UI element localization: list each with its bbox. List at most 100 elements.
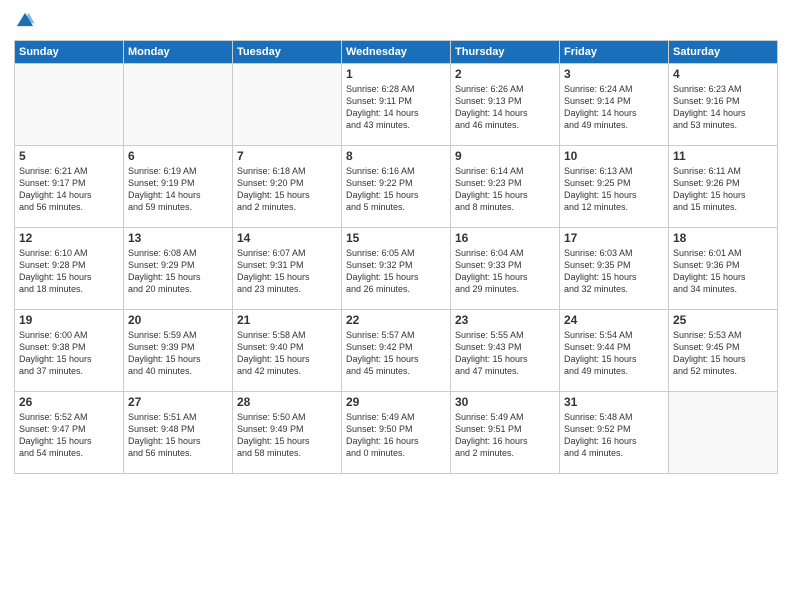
- day-number: 27: [128, 395, 228, 409]
- calendar-week-row: 19 Sunrise: 6:00 AM Sunset: 9:38 PM Dayli…: [15, 310, 778, 392]
- day-number: 16: [455, 231, 555, 245]
- calendar-cell: 28 Sunrise: 5:50 AM Sunset: 9:49 PM Dayli…: [233, 392, 342, 474]
- day-number: 3: [564, 67, 664, 81]
- calendar-cell: 5Sunrise: 6:21 AM Sunset: 9:17 PM Daylig…: [15, 146, 124, 228]
- day-info: Sunrise: 6:00 AM Sunset: 9:38 PM Dayligh…: [19, 329, 119, 378]
- day-info: Sunrise: 6:24 AM Sunset: 9:14 PM Dayligh…: [564, 83, 664, 132]
- day-info: Sunrise: 5:48 AM Sunset: 9:52 PM Dayligh…: [564, 411, 664, 460]
- day-number: 19: [19, 313, 119, 327]
- calendar-cell: 19 Sunrise: 6:00 AM Sunset: 9:38 PM Dayli…: [15, 310, 124, 392]
- calendar-cell: 4 Sunrise: 6:23 AM Sunset: 9:16 PM Daylig…: [669, 64, 778, 146]
- page: SundayMondayTuesdayWednesdayThursdayFrid…: [0, 0, 792, 612]
- day-number: 10: [564, 149, 664, 163]
- day-number: 28: [237, 395, 337, 409]
- calendar-week-row: 5Sunrise: 6:21 AM Sunset: 9:17 PM Daylig…: [15, 146, 778, 228]
- day-number: 21: [237, 313, 337, 327]
- calendar-cell: 26 Sunrise: 5:52 AM Sunset: 9:47 PM Dayli…: [15, 392, 124, 474]
- day-number: 7: [237, 149, 337, 163]
- calendar-cell: 22 Sunrise: 5:57 AM Sunset: 9:42 PM Dayli…: [342, 310, 451, 392]
- day-info: Sunrise: 5:50 AM Sunset: 9:49 PM Dayligh…: [237, 411, 337, 460]
- column-header-tuesday: Tuesday: [233, 41, 342, 64]
- calendar-cell: [233, 64, 342, 146]
- day-number: 22: [346, 313, 446, 327]
- day-number: 20: [128, 313, 228, 327]
- day-info: Sunrise: 6:03 AM Sunset: 9:35 PM Dayligh…: [564, 247, 664, 296]
- day-info: Sunrise: 6:04 AM Sunset: 9:33 PM Dayligh…: [455, 247, 555, 296]
- day-info: Sunrise: 5:53 AM Sunset: 9:45 PM Dayligh…: [673, 329, 773, 378]
- day-number: 5: [19, 149, 119, 163]
- calendar-cell: 20 Sunrise: 5:59 AM Sunset: 9:39 PM Dayli…: [124, 310, 233, 392]
- day-number: 13: [128, 231, 228, 245]
- logo-icon: [14, 10, 36, 32]
- day-number: 8: [346, 149, 446, 163]
- day-info: Sunrise: 6:01 AM Sunset: 9:36 PM Dayligh…: [673, 247, 773, 296]
- column-header-sunday: Sunday: [15, 41, 124, 64]
- day-number: 31: [564, 395, 664, 409]
- calendar-week-row: 1Sunrise: 6:28 AM Sunset: 9:11 PM Daylig…: [15, 64, 778, 146]
- day-number: 6: [128, 149, 228, 163]
- day-info: Sunrise: 6:23 AM Sunset: 9:16 PM Dayligh…: [673, 83, 773, 132]
- day-number: 17: [564, 231, 664, 245]
- day-info: Sunrise: 6:18 AM Sunset: 9:20 PM Dayligh…: [237, 165, 337, 214]
- day-info: Sunrise: 6:07 AM Sunset: 9:31 PM Dayligh…: [237, 247, 337, 296]
- calendar-cell: 7 Sunrise: 6:18 AM Sunset: 9:20 PM Daylig…: [233, 146, 342, 228]
- calendar-cell: 1Sunrise: 6:28 AM Sunset: 9:11 PM Daylig…: [342, 64, 451, 146]
- day-number: 24: [564, 313, 664, 327]
- day-info: Sunrise: 5:55 AM Sunset: 9:43 PM Dayligh…: [455, 329, 555, 378]
- calendar-cell: 11 Sunrise: 6:11 AM Sunset: 9:26 PM Dayli…: [669, 146, 778, 228]
- day-info: Sunrise: 5:54 AM Sunset: 9:44 PM Dayligh…: [564, 329, 664, 378]
- calendar-cell: 12Sunrise: 6:10 AM Sunset: 9:28 PM Dayli…: [15, 228, 124, 310]
- day-info: Sunrise: 5:59 AM Sunset: 9:39 PM Dayligh…: [128, 329, 228, 378]
- day-info: Sunrise: 6:19 AM Sunset: 9:19 PM Dayligh…: [128, 165, 228, 214]
- day-info: Sunrise: 6:05 AM Sunset: 9:32 PM Dayligh…: [346, 247, 446, 296]
- day-number: 4: [673, 67, 773, 81]
- day-number: 2: [455, 67, 555, 81]
- calendar-week-row: 26 Sunrise: 5:52 AM Sunset: 9:47 PM Dayli…: [15, 392, 778, 474]
- calendar-cell: 24 Sunrise: 5:54 AM Sunset: 9:44 PM Dayli…: [560, 310, 669, 392]
- day-number: 18: [673, 231, 773, 245]
- calendar-cell: 23 Sunrise: 5:55 AM Sunset: 9:43 PM Dayli…: [451, 310, 560, 392]
- calendar-week-row: 12Sunrise: 6:10 AM Sunset: 9:28 PM Dayli…: [15, 228, 778, 310]
- calendar-header-row: SundayMondayTuesdayWednesdayThursdayFrid…: [15, 41, 778, 64]
- day-number: 30: [455, 395, 555, 409]
- calendar-cell: 29Sunrise: 5:49 AM Sunset: 9:50 PM Dayli…: [342, 392, 451, 474]
- calendar-cell: 14Sunrise: 6:07 AM Sunset: 9:31 PM Dayli…: [233, 228, 342, 310]
- calendar-cell: 16 Sunrise: 6:04 AM Sunset: 9:33 PM Dayli…: [451, 228, 560, 310]
- column-header-friday: Friday: [560, 41, 669, 64]
- calendar-cell: 30 Sunrise: 5:49 AM Sunset: 9:51 PM Dayli…: [451, 392, 560, 474]
- calendar-cell: 17 Sunrise: 6:03 AM Sunset: 9:35 PM Dayli…: [560, 228, 669, 310]
- day-info: Sunrise: 6:08 AM Sunset: 9:29 PM Dayligh…: [128, 247, 228, 296]
- day-number: 11: [673, 149, 773, 163]
- day-info: Sunrise: 5:49 AM Sunset: 9:51 PM Dayligh…: [455, 411, 555, 460]
- calendar-cell: [669, 392, 778, 474]
- day-info: Sunrise: 5:52 AM Sunset: 9:47 PM Dayligh…: [19, 411, 119, 460]
- calendar-cell: 8 Sunrise: 6:16 AM Sunset: 9:22 PM Daylig…: [342, 146, 451, 228]
- day-number: 12: [19, 231, 119, 245]
- day-number: 23: [455, 313, 555, 327]
- day-number: 25: [673, 313, 773, 327]
- day-info: Sunrise: 6:16 AM Sunset: 9:22 PM Dayligh…: [346, 165, 446, 214]
- calendar-cell: [15, 64, 124, 146]
- day-info: Sunrise: 5:57 AM Sunset: 9:42 PM Dayligh…: [346, 329, 446, 378]
- day-number: 26: [19, 395, 119, 409]
- calendar-table: SundayMondayTuesdayWednesdayThursdayFrid…: [14, 40, 778, 474]
- day-number: 29: [346, 395, 446, 409]
- calendar-cell: [124, 64, 233, 146]
- calendar-cell: 18 Sunrise: 6:01 AM Sunset: 9:36 PM Dayli…: [669, 228, 778, 310]
- day-info: Sunrise: 6:13 AM Sunset: 9:25 PM Dayligh…: [564, 165, 664, 214]
- calendar-cell: 13 Sunrise: 6:08 AM Sunset: 9:29 PM Dayli…: [124, 228, 233, 310]
- calendar-cell: 31 Sunrise: 5:48 AM Sunset: 9:52 PM Dayli…: [560, 392, 669, 474]
- day-info: Sunrise: 6:28 AM Sunset: 9:11 PM Dayligh…: [346, 83, 446, 132]
- day-info: Sunrise: 6:11 AM Sunset: 9:26 PM Dayligh…: [673, 165, 773, 214]
- calendar-cell: 3 Sunrise: 6:24 AM Sunset: 9:14 PM Daylig…: [560, 64, 669, 146]
- calendar-cell: 15Sunrise: 6:05 AM Sunset: 9:32 PM Dayli…: [342, 228, 451, 310]
- calendar-cell: 21Sunrise: 5:58 AM Sunset: 9:40 PM Dayli…: [233, 310, 342, 392]
- logo: [14, 10, 40, 32]
- calendar-cell: 10 Sunrise: 6:13 AM Sunset: 9:25 PM Dayli…: [560, 146, 669, 228]
- calendar-cell: 2 Sunrise: 6:26 AM Sunset: 9:13 PM Daylig…: [451, 64, 560, 146]
- day-info: Sunrise: 6:26 AM Sunset: 9:13 PM Dayligh…: [455, 83, 555, 132]
- day-number: 9: [455, 149, 555, 163]
- day-info: Sunrise: 6:14 AM Sunset: 9:23 PM Dayligh…: [455, 165, 555, 214]
- column-header-thursday: Thursday: [451, 41, 560, 64]
- calendar-cell: 25 Sunrise: 5:53 AM Sunset: 9:45 PM Dayli…: [669, 310, 778, 392]
